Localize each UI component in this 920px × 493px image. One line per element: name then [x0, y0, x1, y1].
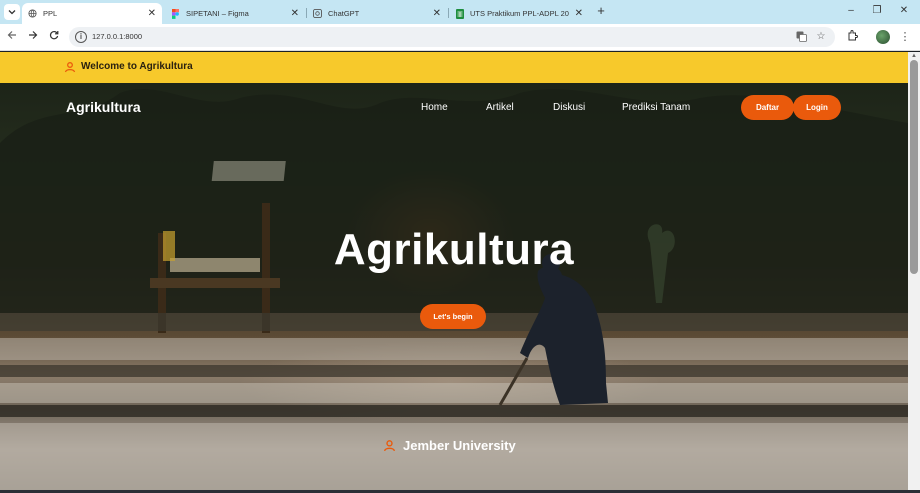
university-tag: Jember University: [383, 438, 516, 453]
extensions-icon[interactable]: [845, 30, 859, 44]
sheets-icon: [455, 8, 464, 19]
hero-background-image: [0, 89, 908, 490]
nav-link-discussion[interactable]: Diskusi: [553, 102, 585, 113]
register-button[interactable]: Daftar: [741, 95, 794, 120]
page-scrollbar-thumb[interactable]: [910, 60, 918, 274]
reload-icon: [49, 31, 59, 40]
forward-button[interactable]: [26, 30, 40, 44]
reload-button[interactable]: [47, 30, 61, 44]
arrow-left-icon: [7, 31, 16, 39]
tab-title: SIPETANI – Figma: [186, 9, 249, 18]
globe-icon: [28, 9, 37, 18]
profile-avatar[interactable]: [876, 30, 890, 44]
tab-ppl[interactable]: PPL ✕: [22, 3, 162, 24]
url-text: 127.0.0.1:8000: [92, 32, 143, 41]
tab-figma[interactable]: SIPETANI – Figma ✕: [165, 3, 305, 24]
tab-close-icon[interactable]: ✕: [575, 8, 583, 19]
user-icon: [383, 440, 396, 452]
tab-close-icon[interactable]: ✕: [433, 8, 441, 19]
welcome-text: Welcome to Agrikultura: [81, 61, 193, 72]
tab-title: ChatGPT: [328, 9, 360, 18]
tab-search-button[interactable]: [4, 4, 20, 20]
site-brand-logo[interactable]: Agrikultura: [66, 99, 141, 115]
address-bar[interactable]: i 127.0.0.1:8000 ☆: [69, 27, 835, 47]
browser-tab-strip: PPL ✕ SIPETANI – Figma ✕ ChatGPT ✕ UTS P…: [0, 0, 920, 24]
lets-begin-button[interactable]: Let's begin: [420, 304, 486, 329]
tab-chatgpt[interactable]: ChatGPT ✕: [307, 3, 447, 24]
site-info-icon[interactable]: i: [75, 31, 87, 43]
close-window-button[interactable]: ✕: [897, 4, 911, 18]
chatgpt-icon: [313, 9, 322, 18]
arrow-right-icon: [29, 31, 38, 39]
tab-title: UTS Praktikum PPL-ADPL 2024: [470, 9, 569, 18]
maximize-button[interactable]: ❐: [870, 4, 884, 18]
figma-icon: [171, 8, 180, 19]
menu-kebab-icon[interactable]: ⋮: [898, 30, 912, 44]
nav-link-articles[interactable]: Artikel: [486, 102, 514, 113]
web-page: Welcome to Agrikultura Agrikultura Home …: [0, 52, 908, 490]
back-button[interactable]: [5, 30, 19, 44]
scroll-up-arrow-icon[interactable]: ▲: [909, 52, 919, 60]
user-icon: [64, 62, 76, 73]
nav-link-planting-prediction[interactable]: Prediksi Tanam: [622, 102, 690, 113]
university-name: Jember University: [403, 438, 516, 453]
chevron-down-icon: [8, 10, 16, 15]
bookmark-star-icon[interactable]: ☆: [815, 31, 827, 43]
hero-section: Agrikultura Home Artikel Diskusi Prediks…: [0, 83, 908, 490]
translate-icon[interactable]: [795, 31, 807, 43]
tab-close-icon[interactable]: ✕: [291, 8, 299, 19]
tab-close-icon[interactable]: ✕: [148, 8, 156, 19]
welcome-banner: Welcome to Agrikultura: [0, 52, 908, 83]
login-button[interactable]: Login: [793, 95, 841, 120]
new-tab-button[interactable]: +: [594, 4, 608, 18]
hero-title: Agrikultura: [333, 225, 575, 274]
nav-link-home[interactable]: Home: [421, 102, 448, 113]
browser-toolbar: i 127.0.0.1:8000 ☆ ⋮: [0, 24, 920, 51]
tab-uts-praktikum[interactable]: UTS Praktikum PPL-ADPL 2024 ✕: [449, 3, 589, 24]
minimize-button[interactable]: –: [844, 4, 858, 18]
tab-title: PPL: [43, 9, 58, 18]
